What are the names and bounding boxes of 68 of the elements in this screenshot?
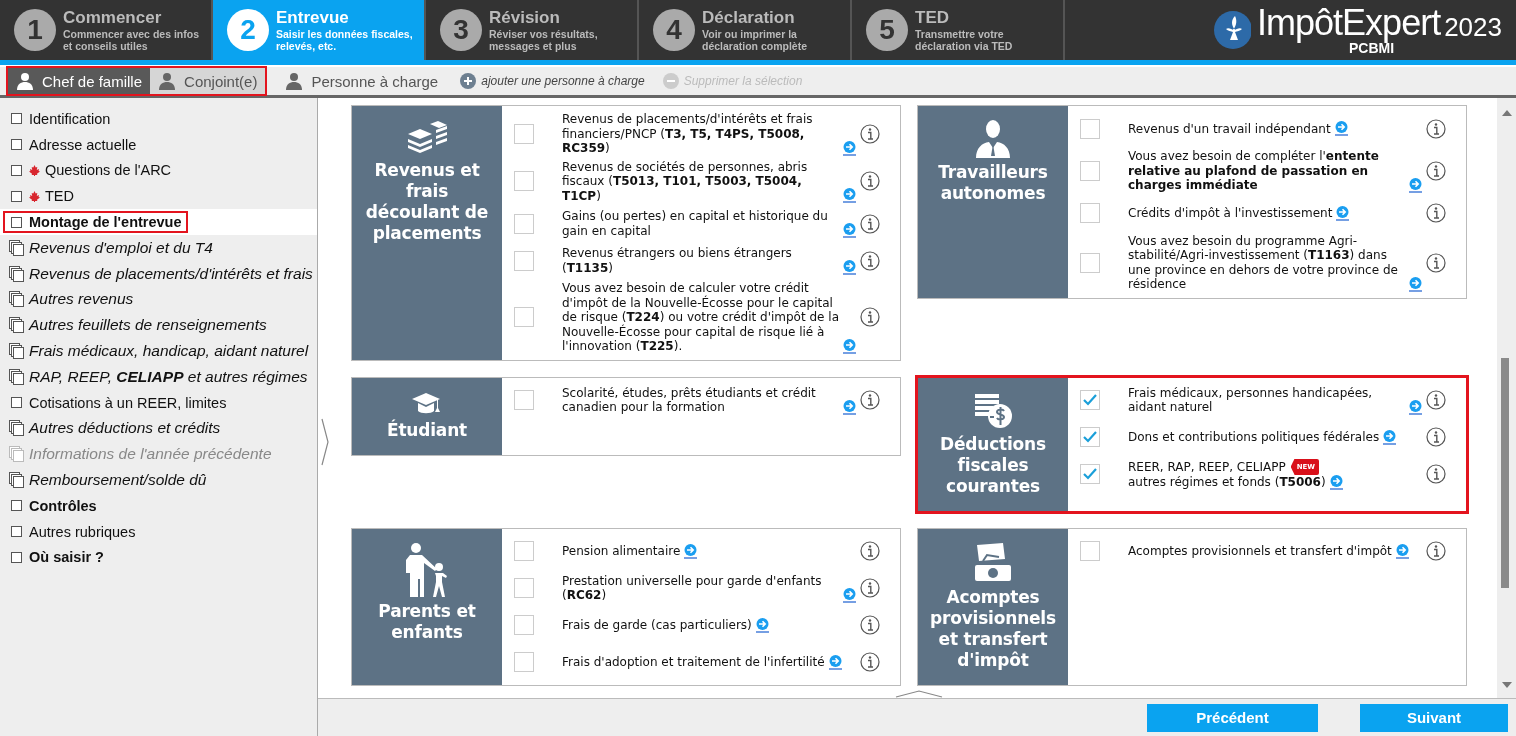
option-label: Vous avez besoin de calculer votre crédit d'impôt de la Nouvelle-Écosse pour le capital de risque (T224) ou votre crédit d'impôt de la Nouvelle-Écosse pour capital de risque lié à l'innovation (T225). xyxy=(562,281,839,354)
step-number: 4 xyxy=(653,9,695,51)
option-label: Pension alimentaire xyxy=(562,544,681,559)
option-label: Scolarité, études, prêts étudiants et crédit canadien pour la formation xyxy=(562,385,817,415)
option-label: Frais de garde (cas particuliers) xyxy=(562,618,752,633)
option-label: Frais d'adoption et traitement de l'infertilité xyxy=(562,655,825,670)
step-subtitle: Voir ou imprimer la déclaration complète xyxy=(702,28,809,52)
sidebar-item[interactable]: Cotisations à un REER, limites xyxy=(29,394,227,411)
logo-name: ImpôtExpert xyxy=(1257,5,1441,41)
category-title: Étudiant xyxy=(387,419,467,441)
sidebar-item-selected[interactable]: Montage de l'entrevue xyxy=(0,209,317,235)
category-title: Travailleurs autonomes xyxy=(937,162,1049,204)
option-label: Revenus de placements/d'intérêts et frais financiers/PNCP (T3, T5, T4PS, T5008, RC359) xyxy=(562,112,814,156)
sidebar-item[interactable]: Autres revenus xyxy=(29,290,134,309)
sidebar-item[interactable]: Identification xyxy=(29,110,111,127)
step-title: Révision xyxy=(489,8,561,28)
step-title: TED xyxy=(915,8,950,28)
category-title: Déductions fiscales courantes xyxy=(939,433,1047,497)
sidebar-item[interactable]: Remboursement/solde dû xyxy=(29,471,207,490)
sidebar-item[interactable]: Revenus d'emploi et du T4 xyxy=(29,238,213,257)
step-subtitle: Commencer avec des infos et conseils utiles xyxy=(63,28,200,52)
person-tab[interactable]: Personne à charge xyxy=(277,68,447,94)
step-tab[interactable]: 5 TED Transmettre votre déclaration via TED xyxy=(852,0,1065,60)
option-label: Frais médicaux, personnes handicapées, aidant naturel xyxy=(1128,385,1374,415)
option-label: Vous avez besoin du programme Agri-stabilité/Agri-investissement (T1163) dans une province en dehors de votre province de résidence xyxy=(1128,233,1399,292)
step-number: 5 xyxy=(866,9,908,51)
category-title: Parents et enfants xyxy=(377,600,477,643)
step-title: Entrevue xyxy=(276,8,350,28)
sidebar-item[interactable]: Adresse actuelle xyxy=(29,136,137,153)
option-label: Revenus d'un travail indépendant xyxy=(1128,121,1331,136)
sidebar-item[interactable]: Revenus de placements/d'intérêts et frais xyxy=(29,264,313,283)
step-subtitle: Saisir les données fiscales, relevés, etc. xyxy=(276,28,414,52)
logo-year: 2023 xyxy=(1444,11,1502,43)
sidebar-item[interactable]: Frais médicaux, handicap, aidant naturel xyxy=(29,342,309,361)
person-action-link[interactable]: ajouter une personne à charge xyxy=(456,73,649,89)
option-label: Vous avez besoin de compléter l'entente relative au plafond de passation en charges immédiate xyxy=(1128,149,1380,193)
option-label: Revenus de sociétés de personnes, abris fiscaux (T5013, T101, T5003, T5004, T1CP) xyxy=(562,159,809,203)
person-tab[interactable]: Chef de famille xyxy=(8,68,151,94)
sidebar-item[interactable]: TED xyxy=(45,188,74,205)
step-number: 1 xyxy=(14,9,56,51)
category-title: Revenus et frais découlant de placements xyxy=(364,160,490,244)
option-label: Acomptes provisionnels et transfert d'impôt xyxy=(1128,544,1392,559)
step-tab[interactable]: 3 Révision Réviser vos résultats, messages et plus xyxy=(426,0,639,60)
option-label: Dons et contributions politiques fédérales xyxy=(1128,430,1380,445)
sidebar-item[interactable]: Autres déductions et crédits xyxy=(29,419,221,438)
option-label: Revenus étrangers ou biens étrangers (T1135) xyxy=(562,246,793,275)
sidebar-item[interactable]: RAP, REEP, CELIAPP et autres régimes xyxy=(29,367,308,386)
step-subtitle: Transmettre votre déclaration via TED xyxy=(915,28,1014,52)
step-subtitle: Réviser vos résultats, messages et plus xyxy=(489,28,599,52)
option-label: Prestation universelle pour garde d'enfants (RC62) xyxy=(562,573,823,603)
step-number: 2 xyxy=(227,9,269,51)
sidebar-item[interactable]: Montage de l'entrevue xyxy=(29,214,182,231)
option-label: autres régimes et fonds (T5006) xyxy=(1128,475,1326,490)
sidebar-item[interactable]: Autres feuillets de renseignements xyxy=(29,316,267,335)
step-tab[interactable]: 1 Commencer Commencer avec des infos et conseils utiles xyxy=(0,0,213,60)
option-label: REER, RAP, REEP, CELIAPP xyxy=(1128,459,1286,474)
sidebar-item[interactable]: Questions de l'ARC xyxy=(45,162,172,179)
step-number: 3 xyxy=(440,9,482,51)
sidebar-item[interactable]: Autres rubriques xyxy=(29,523,136,540)
sidebar-item[interactable]: Contrôles xyxy=(29,497,97,514)
step-title: Commencer xyxy=(63,8,163,28)
option-label: Crédits d'impôt à l'investissement xyxy=(1128,206,1333,221)
step-title: Déclaration xyxy=(702,8,796,28)
category-title: Acomptes provisionnels et transfert d'impôt xyxy=(929,586,1057,671)
option-label: Gains (ou pertes) en capital et historique du gain en capital xyxy=(562,209,829,238)
person-tab[interactable]: Conjoint(e) xyxy=(150,68,266,94)
sidebar-item[interactable]: Où saisir ? xyxy=(29,549,104,566)
step-tab[interactable]: 4 Déclaration Voir ou imprimer la déclaration complète xyxy=(639,0,852,60)
